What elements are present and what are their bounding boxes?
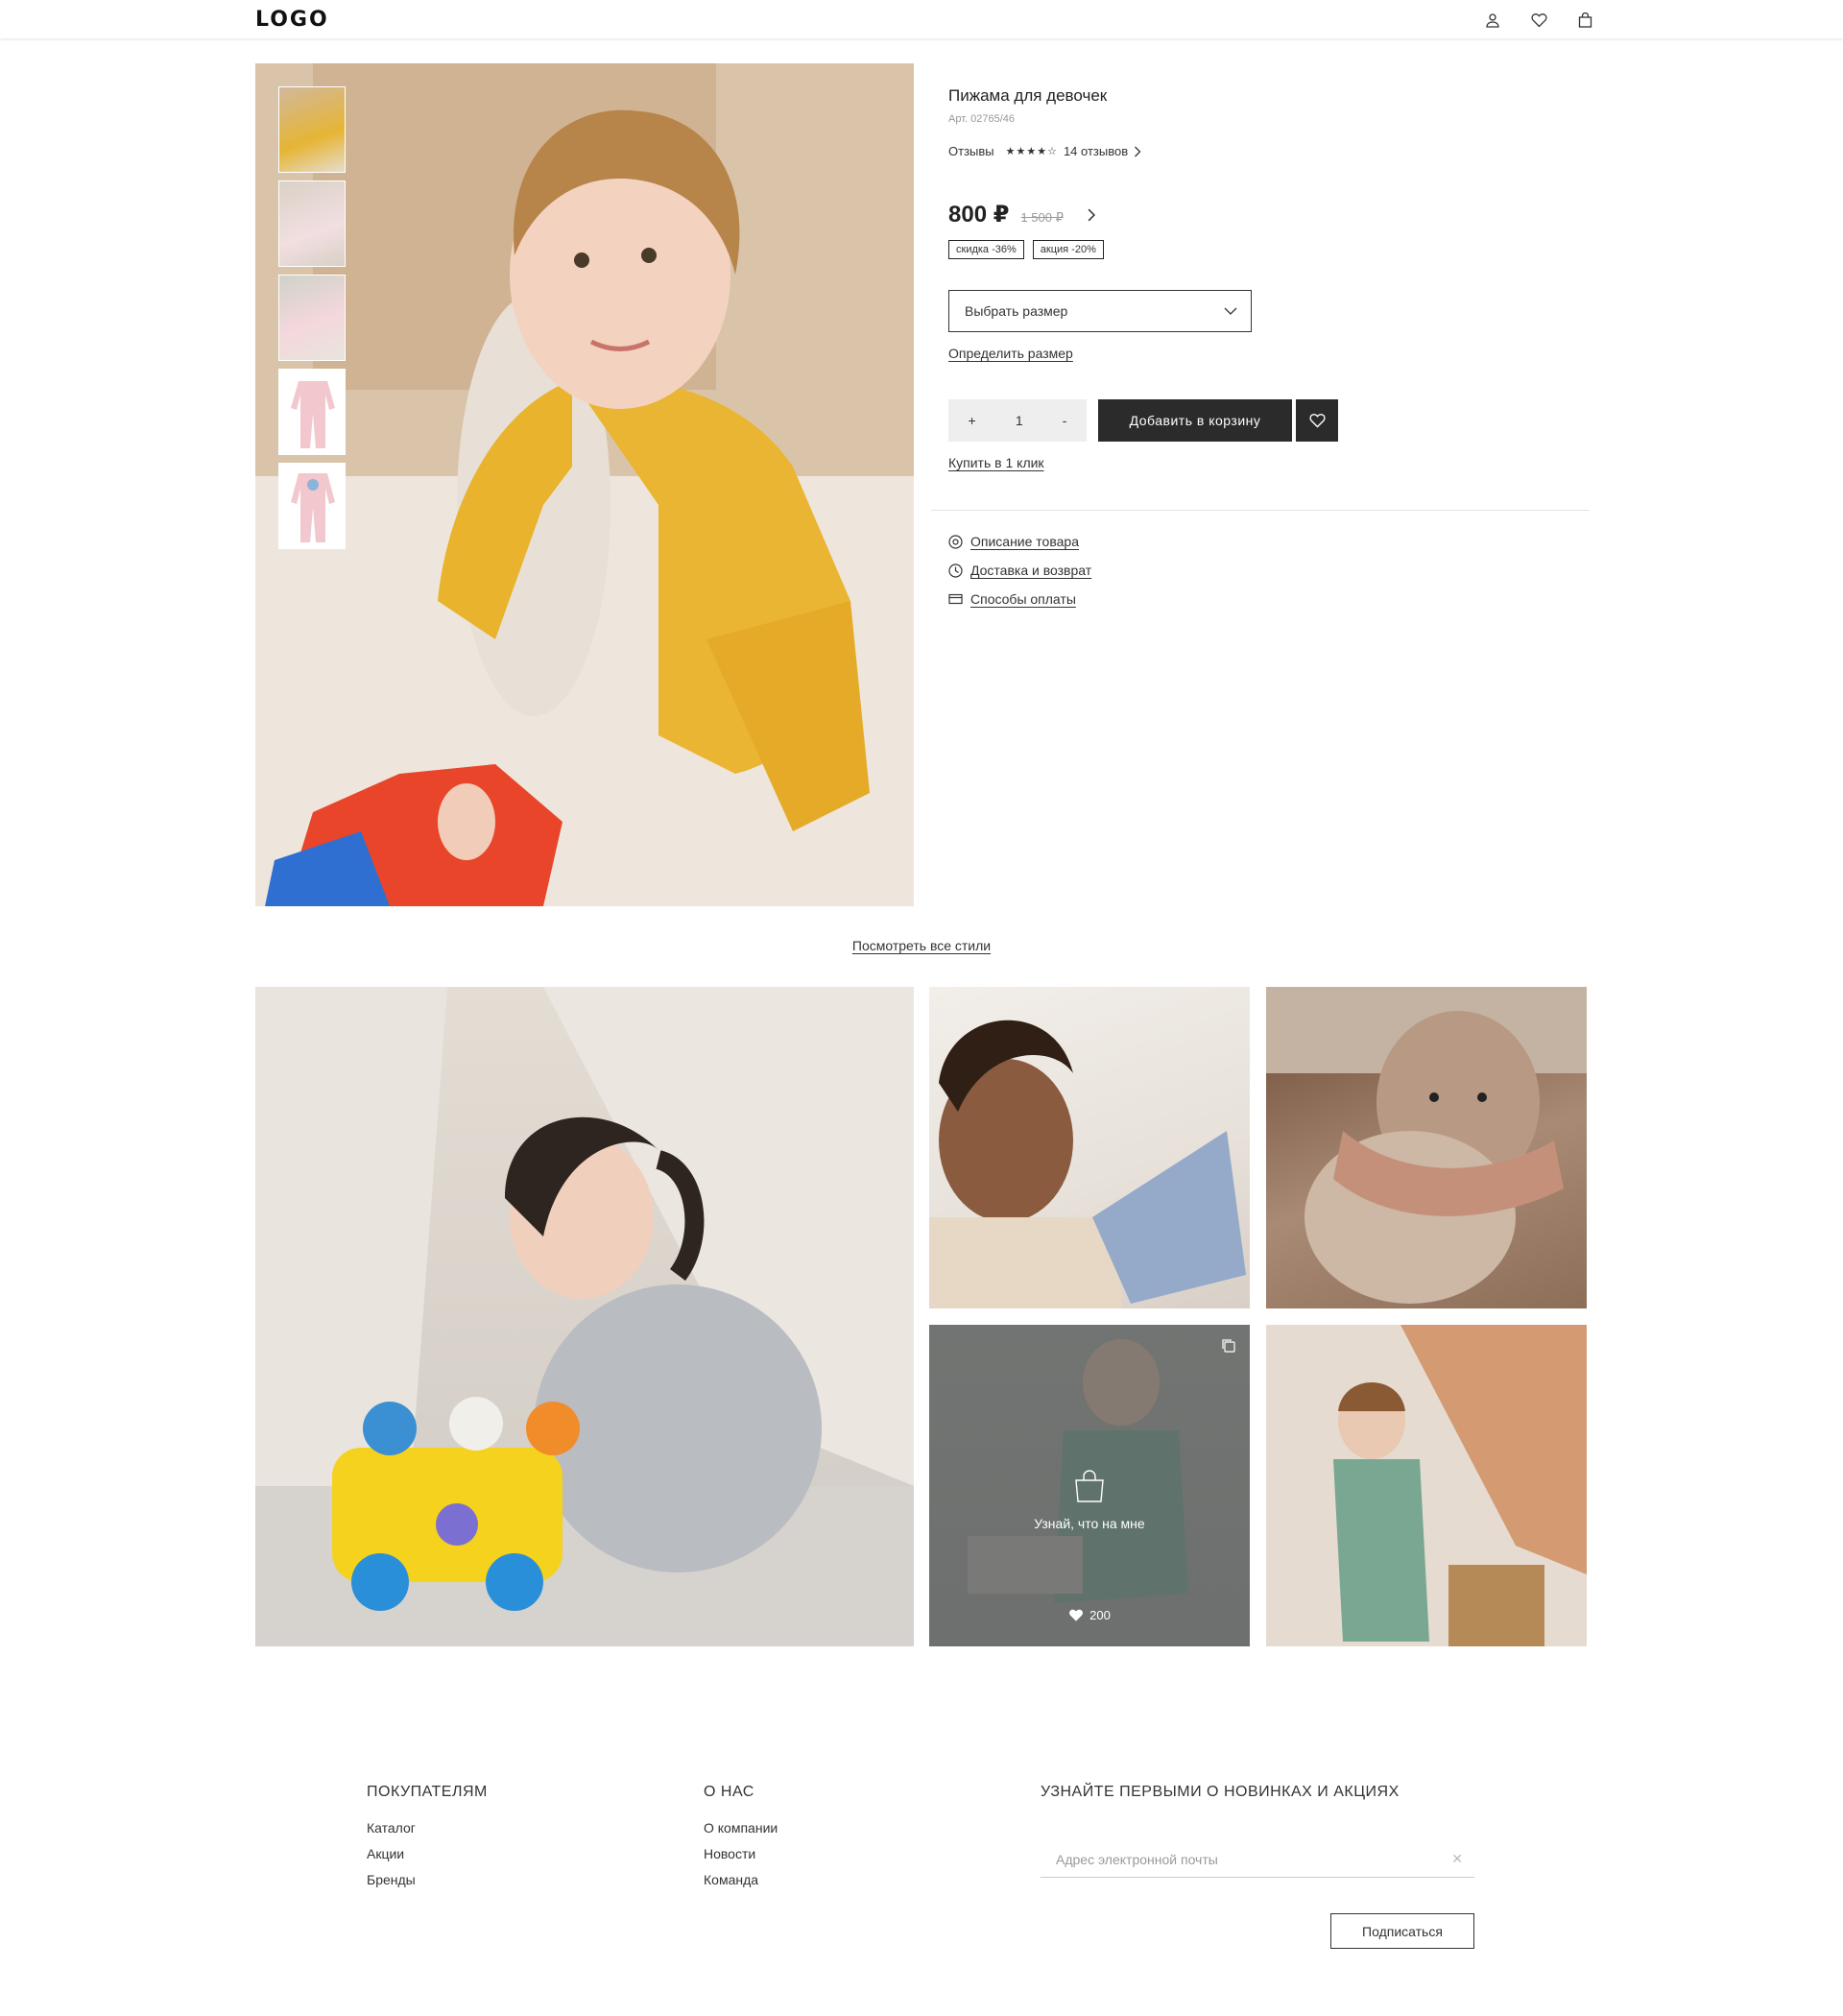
accordion-delivery[interactable]: Доставка и возврат [948, 563, 1091, 578]
rating-stars: ★★★★☆ 14 отзывов [1006, 144, 1141, 158]
thumbnail-2[interactable] [278, 180, 346, 267]
favorite-button[interactable] [1296, 399, 1338, 442]
newsletter-heading: УЗНАЙТЕ ПЕРВЫМИ О НОВИНКАХ И АКЦИЯХ [1041, 1784, 1400, 1800]
accordion-delivery-label: Доставка и возврат [970, 563, 1092, 578]
gallery-photo-3 [1266, 987, 1587, 1304]
thumbnail-list [278, 86, 346, 549]
badges: скидка -36% акция -20% [948, 240, 1592, 259]
reviews-label: Отзывы [948, 144, 994, 158]
qty-value[interactable]: 1 [1008, 413, 1031, 428]
product-main-image[interactable] [255, 63, 914, 906]
email-field-wrapper: ✕ [1041, 1841, 1474, 1878]
header-icons [1482, 10, 1595, 31]
copy-icon[interactable] [1221, 1338, 1236, 1358]
chevron-right-icon [1135, 146, 1141, 156]
accordion-description[interactable]: Описание товара [948, 534, 1091, 549]
footer-links: О компании Новости Команда [704, 1820, 778, 1887]
size-guide-link[interactable]: Определить размер [948, 346, 1073, 361]
promo-badge: акция -20% [1032, 240, 1104, 259]
footer-link-team[interactable]: Команда [704, 1872, 778, 1887]
footer-link-promotions[interactable]: Акции [367, 1846, 488, 1861]
gallery-photo-2 [929, 1020, 1246, 1308]
heart-filled-icon [1069, 1609, 1084, 1621]
likes-count: 200 [1089, 1608, 1111, 1622]
footer-column-about: О НАС О компании Новости Команда [704, 1784, 778, 1887]
product-photo-illustration [255, 63, 914, 906]
buy-one-click-link[interactable]: Купить в 1 клик [948, 455, 1044, 470]
discount-badge: скидка -36% [948, 240, 1024, 259]
footer-heading: ПОКУПАТЕЛЯМ [367, 1784, 488, 1800]
qty-plus-button[interactable]: + [961, 413, 984, 428]
thumbnail-5[interactable] [278, 463, 346, 549]
chevron-down-icon [1224, 307, 1237, 315]
heart-icon[interactable] [1528, 10, 1549, 31]
email-field[interactable] [1056, 1851, 1421, 1867]
site-header: LOGO [0, 0, 1843, 38]
footer-links: Каталог Акции Бренды [367, 1820, 488, 1887]
gallery-photo-5 [1266, 1325, 1587, 1646]
old-price: 1 500 ₽ [1020, 210, 1064, 225]
footer-link-company[interactable]: О компании [704, 1820, 778, 1836]
logo[interactable]: LOGO [255, 8, 329, 32]
cart-row: + 1 - Добавить в корзину [948, 399, 1592, 442]
likes-counter[interactable]: 200 [929, 1608, 1250, 1622]
qty-minus-button[interactable]: - [1055, 413, 1075, 428]
card-icon [948, 593, 963, 605]
gallery-photo-1 [255, 987, 914, 1646]
heart-icon [1308, 413, 1326, 428]
tag-icon [948, 534, 963, 549]
product-accordion: Описание товара Доставка и возврат Спосо… [948, 534, 1091, 607]
stars-icon: ★★★★☆ [1005, 146, 1058, 157]
footer-link-catalog[interactable]: Каталог [367, 1820, 488, 1836]
clock-icon [948, 563, 963, 578]
footer-newsletter: УЗНАЙТЕ ПЕРВЫМИ О НОВИНКАХ И АКЦИЯХ [1041, 1784, 1400, 1801]
accordion-payment[interactable]: Способы оплаты [948, 591, 1091, 607]
thumbnail-3[interactable] [278, 275, 346, 361]
price-row: 800 ₽ 1 500 ₽ [948, 201, 1592, 228]
overlay-text: Узнай, что на мне [1034, 1516, 1145, 1531]
gallery-tile-1[interactable] [255, 987, 914, 1646]
add-to-cart-button[interactable]: Добавить в корзину [1098, 399, 1292, 442]
gallery-tile-5[interactable] [1266, 1325, 1587, 1646]
accordion-description-label: Описание товара [970, 534, 1079, 549]
footer-heading: О НАС [704, 1784, 754, 1800]
reviews-row[interactable]: Отзывы ★★★★☆ 14 отзывов [948, 144, 1592, 158]
gallery-tile-3[interactable] [1266, 987, 1587, 1308]
size-select[interactable]: Выбрать размер [948, 290, 1252, 332]
accordion-payment-label: Способы оплаты [970, 591, 1076, 607]
product-info: Пижама для девочек Арт. 02765/46 Отзывы … [948, 86, 1592, 472]
subscribe-button[interactable]: Подписаться [1330, 1913, 1474, 1949]
gallery-tile-2[interactable] [929, 987, 1250, 1308]
shopping-bag-icon [1075, 1470, 1104, 1502]
user-icon[interactable] [1482, 10, 1503, 31]
price: 800 ₽ [948, 202, 1010, 228]
chevron-right-icon[interactable] [1087, 208, 1096, 222]
thumbnail-1[interactable] [278, 86, 346, 173]
all-styles-row: Посмотреть все стили [0, 938, 1843, 955]
divider [931, 510, 1590, 511]
gallery-tile-4[interactable]: Узнай, что на мне 200 [929, 1325, 1250, 1646]
thumbnail-4[interactable] [278, 369, 346, 455]
product-sku: Арт. 02765/46 [948, 113, 1016, 125]
footer-link-news[interactable]: Новости [704, 1846, 778, 1861]
reviews-count: 14 отзывов [1063, 144, 1129, 158]
size-select-label: Выбрать размер [965, 303, 1068, 319]
footer-link-brands[interactable]: Бренды [367, 1872, 488, 1887]
shop-the-look[interactable]: Узнай, что на мне [929, 1469, 1250, 1531]
bag-icon[interactable] [1574, 10, 1595, 31]
product-title: Пижама для девочек [948, 86, 1108, 105]
quantity-stepper: + 1 - [948, 399, 1087, 442]
footer-column-customers: ПОКУПАТЕЛЯМ Каталог Акции Бренды [367, 1784, 488, 1887]
clear-icon[interactable]: ✕ [1451, 1851, 1463, 1867]
all-styles-link[interactable]: Посмотреть все стили [852, 938, 991, 953]
